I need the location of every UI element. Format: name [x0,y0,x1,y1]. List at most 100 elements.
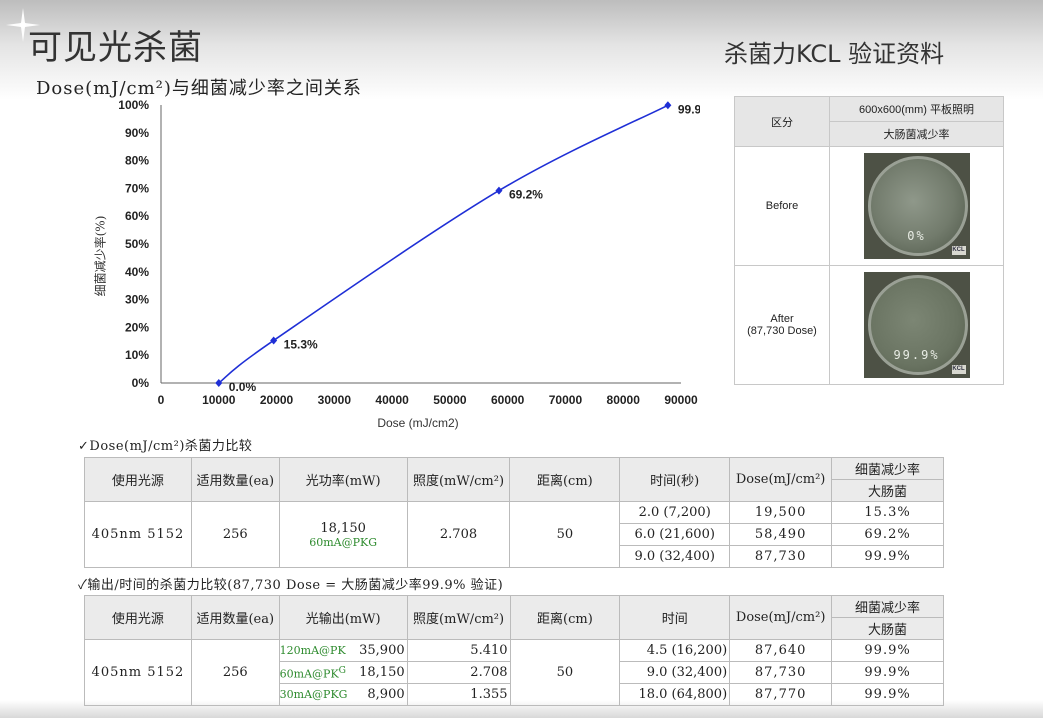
y-tick-label: 90% [125,126,149,140]
y-tick-label: 100% [118,98,149,112]
header-dose: Dose(mJ/cm²) [729,457,833,502]
y-tick-label: 60% [125,209,149,223]
cell-irradiance: 1.355 [406,683,511,706]
cell-output: 35,900 [359,643,405,658]
cell-output: 18,150 [359,665,405,680]
x-tick-label: 70000 [549,393,583,407]
cell-irradiance: 5.410 [406,639,511,662]
dose-comparison-table: 使用光源 适用数量(ea) 光功率(mW) 照度(mW/cm²) 距离(cm) … [84,457,944,568]
cell-rate: 15.3% [831,501,944,524]
x-tick-label: 30000 [318,393,352,407]
cell-output-note: 30mA@PKG [279,688,348,701]
cell-rate: 99.9% [831,683,944,706]
cell-output-note-sup: G [338,664,346,676]
cell-time: 2.0 (7,200) [619,501,731,524]
cell-irradiance: 2.708 [406,501,511,568]
x-tick-label: 60000 [491,393,525,407]
header-reduction: 细菌减少率 [831,457,944,480]
cell-power: 18,150 [320,520,366,536]
cell-output-note: 120mA@PK [279,644,346,657]
y-tick-label: 10% [125,348,149,362]
kcl-after-cell: 99.9% KCL [829,265,1004,385]
header-irradiance: 照度(mW/cm²) [406,457,511,502]
header-count: 适用数量(ea) [190,595,280,640]
petri-dish-after-image: 99.9% KCL [863,272,970,378]
x-tick-label: 90000 [664,393,698,407]
y-tick-label: 80% [125,154,149,168]
kcl-header-right-bottom: 大肠菌减少率 [829,121,1004,147]
cell-source: 405nm 5152 [84,639,192,706]
cell-time: 9.0 (32,400) [619,661,731,684]
header-count: 适用数量(ea) [190,457,280,502]
cell-dose: 87,770 [729,683,833,706]
cell-output-note: 60mA@PKG [280,665,346,681]
kcl-after-label-cell: After (87,730 Dose) [734,265,830,385]
cell-dose: 87,730 [729,661,833,684]
y-axis-label-wrap: 细菌减少率(%) [82,216,118,297]
cell-rate: 99.9% [831,661,944,684]
kcl-logo: KCL [951,246,966,255]
data-point-label: 99.9% [678,102,700,116]
after-percent: 99.9% [893,348,940,362]
x-tick-label: 50000 [433,393,467,407]
kcl-header-right-top: 600x600(mm) 平板照明 [829,96,1004,122]
header-dose: Dose(mJ/cm²) [729,595,833,640]
header-time: 时间(秒) [619,457,731,502]
cell-dose: 87,640 [729,639,833,662]
cell-count: 256 [190,639,280,706]
data-point-label: 15.3% [284,337,318,351]
y-tick-label: 20% [125,320,149,334]
cell-output-note-text: 60mA@PK [279,667,339,681]
header-source: 使用光源 [84,457,192,502]
cell-output-wrap: 120mA@PK 35,900 [278,639,408,662]
kcl-logo: KCL [951,365,966,374]
output-time-comparison-table: 使用光源 适用数量(ea) 光输出(mW) 照度(mW/cm²) 距离(cm) … [84,595,944,706]
cell-distance: 50 [509,501,621,568]
cell-time: 6.0 (21,600) [619,523,731,546]
cell-rate: 69.2% [831,523,944,546]
before-percent: 0% [907,229,926,243]
section1-title: ✓Dose(mJ/cm²)杀菌力比较 [78,439,253,454]
cell-rate: 99.9% [831,639,944,662]
x-tick-label: 0 [158,393,165,407]
cell-dose: 58,490 [729,523,833,546]
cell-output: 8,900 [367,687,405,702]
data-point-marker [495,186,503,195]
cell-power-note: 60mA@PKG [309,535,378,549]
cell-dose: 19,500 [729,501,833,524]
cell-distance: 50 [509,639,621,706]
header-source: 使用光源 [84,595,192,640]
cell-time: 9.0 (32,400) [619,545,731,568]
header-irradiance: 照度(mW/cm²) [406,595,511,640]
y-tick-label: 40% [125,265,149,279]
kcl-verification-table: 区分 600x600(mm) 平板照明 大肠菌减少率 Before 0% KCL… [734,96,1004,385]
section2-title: ✓输出/时间的杀菌力比较(87,730 Dose = 大肠菌减少率99.9% 验… [78,578,504,593]
data-point-marker [664,101,672,110]
kcl-after-sublabel: (87,730 Dose) [747,325,817,337]
cell-irradiance: 2.708 [406,661,511,684]
cell-output-wrap: 60mA@PKG 18,150 [278,661,408,684]
header-ecoli: 大肠菌 [831,479,944,502]
x-tick-label: 80000 [607,393,641,407]
kcl-before-cell: 0% KCL [829,146,1004,266]
dose-reduction-chart: 0% 10% 20% 30% 40% 50% 60% 70% 80% 90% 100% 0 10000 2… [118,98,700,407]
cell-rate: 99.9% [831,545,944,568]
x-tick-label: 40000 [375,393,409,407]
x-tick-label: 10000 [202,393,236,407]
header-ecoli: 大肠菌 [831,617,944,640]
kcl-before-label: Before [734,146,830,266]
data-point-marker [270,336,278,345]
cell-time: 4.5 (16,200) [619,639,731,662]
y-tick-label: 30% [125,293,149,307]
page-title: 可见光杀菌 [28,28,203,68]
page-title-right: 杀菌力KCL 验证资料 [724,40,945,68]
x-axis-label: Dose (mJ/cm2) [377,416,459,430]
y-tick-label: 0% [132,376,150,390]
header-reduction: 细菌减少率 [831,595,944,618]
header-distance: 距离(cm) [509,595,621,640]
header-power: 光功率(mW) [278,457,408,502]
y-tick-label: 70% [125,181,149,195]
header-output: 光输出(mW) [278,595,408,640]
y-tick-label: 50% [125,237,149,251]
cell-source: 405nm 5152 [84,501,192,568]
